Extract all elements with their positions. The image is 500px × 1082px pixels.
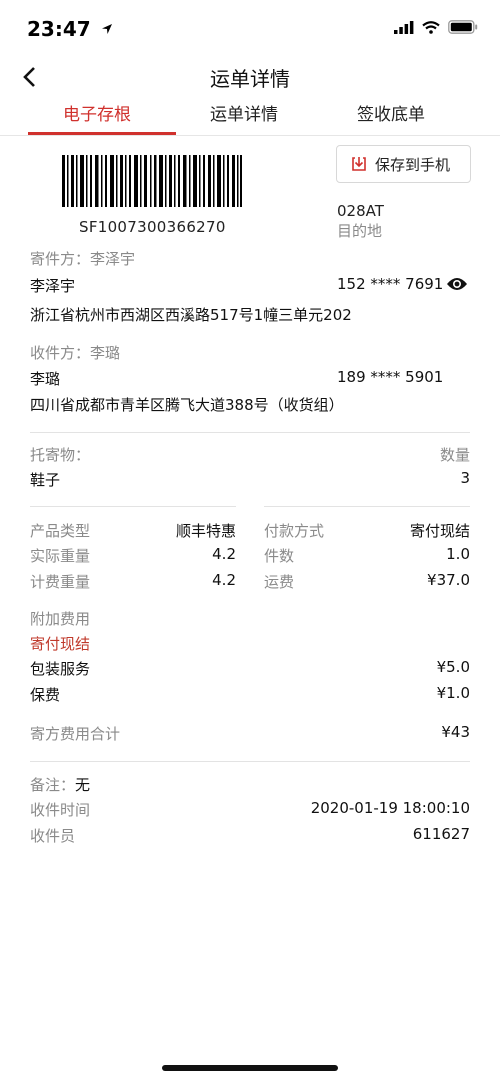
divider: [30, 432, 470, 433]
courier-value: 611627: [412, 825, 470, 843]
divider: [30, 506, 236, 507]
status-time: 23:47: [27, 17, 113, 41]
payment-method-value: 寄付现结: [409, 522, 470, 540]
save-to-phone-button[interactable]: 保存到手机: [336, 145, 471, 183]
goods-quantity: 3: [460, 469, 470, 487]
sender-total-value: ¥43: [441, 723, 470, 741]
billed-weight-label: 计费重量: [30, 573, 91, 591]
status-indicators: [394, 20, 478, 34]
home-indicator[interactable]: [162, 1065, 338, 1071]
battery-icon: [448, 20, 478, 34]
freight-label: 运费: [264, 573, 295, 591]
receiver-address: 四川省成都市青羊区腾飞大道388号（收货组）: [30, 396, 344, 414]
remark: 备注：无: [30, 774, 90, 795]
remark-label: 备注：: [30, 776, 76, 794]
product-type-label: 产品类型: [30, 522, 91, 540]
insurance-value: ¥1.0: [436, 684, 470, 702]
sender-label: 寄件方：李泽宇: [30, 250, 136, 268]
pieces-value: 1.0: [446, 545, 470, 563]
status-bar: 23:47: [0, 0, 500, 60]
actual-weight-value: 4.2: [212, 545, 236, 563]
download-icon: [352, 157, 366, 171]
signal-icon: [394, 20, 414, 34]
location-arrow-icon: [101, 24, 112, 34]
freight-value: ¥37.0: [427, 571, 470, 589]
quantity-label: 数量: [439, 446, 470, 464]
receiver-label: 收件方：李璐: [30, 344, 121, 362]
tracking-number: SF1007300366270: [79, 218, 226, 236]
goods-label: 托寄物：: [30, 446, 91, 464]
time-text: 23:47: [27, 17, 91, 41]
sender-address: 浙江省杭州市西湖区西溪路517号1幢三单元202: [30, 306, 352, 324]
pickup-time-label: 收件时间: [30, 801, 91, 819]
payment-method-label: 付款方式: [264, 522, 325, 540]
courier-label: 收件员: [30, 827, 76, 845]
sender-total-label: 寄方费用合计: [30, 725, 121, 743]
show-phone-button[interactable]: [446, 276, 468, 294]
goods-name: 鞋子: [30, 471, 61, 489]
eye-icon: [447, 278, 467, 290]
receiver-phone: 189 **** 5901: [337, 368, 444, 386]
page-title: 运单详情: [210, 67, 290, 91]
active-tab-indicator: [28, 132, 176, 135]
billed-weight-value: 4.2: [212, 571, 236, 589]
tab-waybill-details[interactable]: 运单详情: [210, 100, 278, 125]
sender-phone: 152 **** 7691: [337, 275, 444, 293]
sender-name: 李泽宇: [30, 277, 76, 295]
product-type-value: 顺丰特惠: [175, 522, 236, 540]
pieces-label: 件数: [264, 547, 295, 565]
destination-code: 028AT: [337, 202, 384, 220]
divider: [30, 761, 470, 762]
pickup-time-value: 2020-01-19 18:00:10: [310, 799, 470, 817]
insurance-label: 保费: [30, 686, 61, 704]
barcode: [62, 155, 242, 211]
extra-payment-mode: 寄付现结: [30, 635, 91, 653]
remark-value: 无: [75, 776, 91, 794]
wifi-icon: [422, 20, 440, 34]
divider: [264, 506, 470, 507]
tab-signature-receipt[interactable]: 签收底单: [357, 100, 425, 125]
save-button-label: 保存到手机: [375, 155, 451, 174]
tab-bar: 电子存根 运单详情 签收底单: [0, 94, 500, 136]
extra-fees-label: 附加费用: [30, 610, 91, 628]
packing-service-value: ¥5.0: [436, 658, 470, 676]
destination-label: 目的地: [337, 222, 383, 240]
nav-bar: 运单详情: [0, 60, 500, 94]
packing-service-label: 包装服务: [30, 660, 91, 678]
tab-electronic-stub[interactable]: 电子存根: [63, 100, 131, 125]
receiver-name: 李璐: [30, 370, 61, 388]
actual-weight-label: 实际重量: [30, 547, 91, 565]
